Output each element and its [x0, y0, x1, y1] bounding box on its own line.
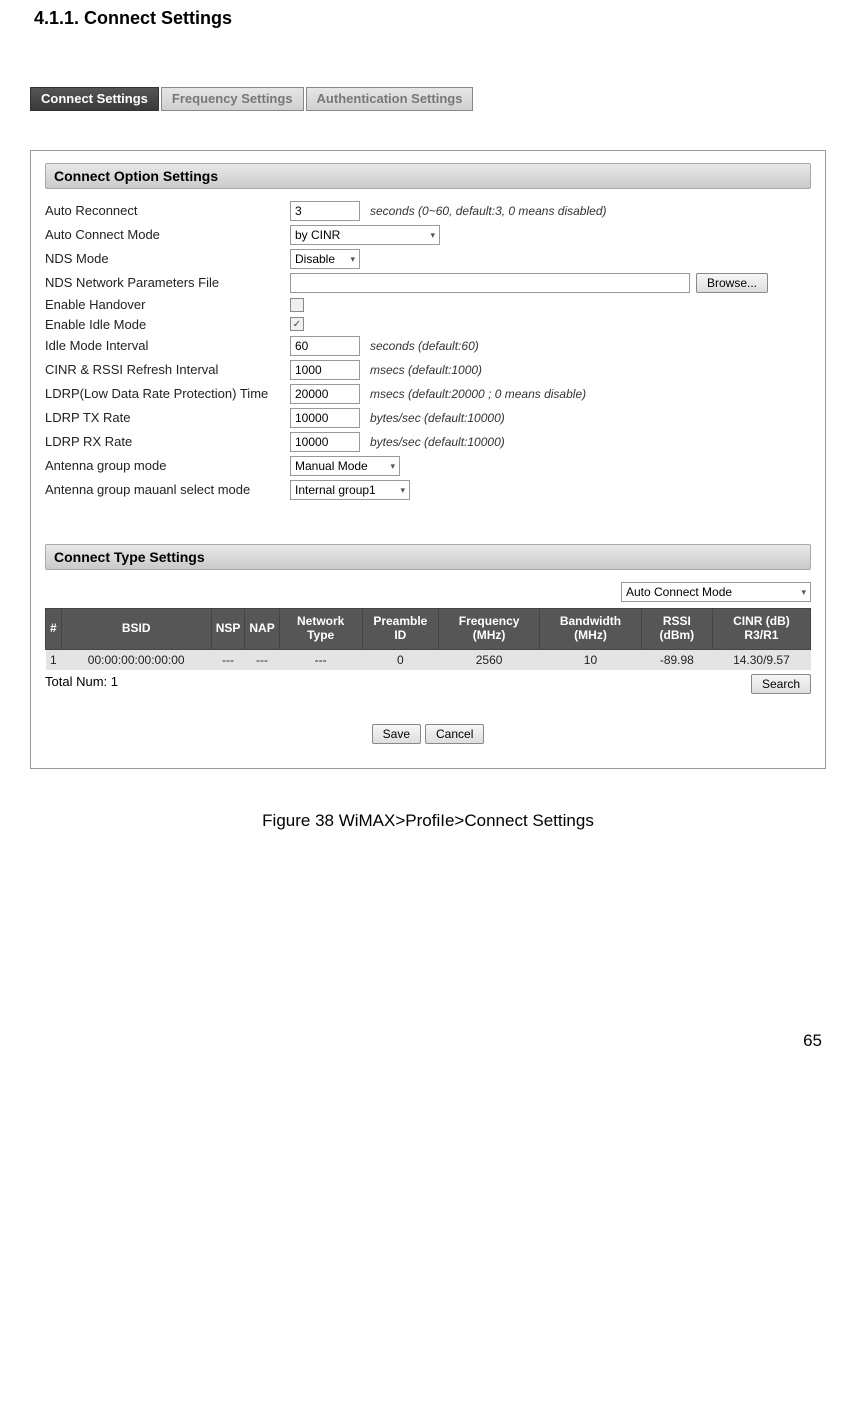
select-value: Auto Connect Mode: [626, 585, 732, 599]
chevron-down-icon: ▾: [350, 254, 355, 265]
cell-rssi: -89.98: [641, 649, 712, 670]
chevron-down-icon: ▾: [430, 230, 435, 241]
label-nds-mode: NDS Mode: [45, 251, 290, 267]
select-value: Manual Mode: [295, 459, 368, 473]
search-button[interactable]: Search: [751, 674, 811, 694]
th-nap: NAP: [245, 609, 279, 650]
cell-num: 1: [46, 649, 62, 670]
connect-option-header: Connect Option Settings: [45, 163, 811, 189]
th-rssi: RSSI (dBm): [641, 609, 712, 650]
total-num: Total Num: 1: [45, 674, 118, 694]
input-refresh-interval[interactable]: [290, 360, 360, 380]
input-ldrp-rx[interactable]: [290, 432, 360, 452]
hint-ldrp-time: msecs (default:20000 ; 0 means disable): [370, 387, 586, 401]
cell-freq: 2560: [439, 649, 540, 670]
checkbox-handover[interactable]: [290, 298, 304, 312]
label-antenna-mode: Antenna group mode: [45, 458, 290, 474]
input-auto-reconnect[interactable]: [290, 201, 360, 221]
cell-bsid: 00:00:00:00:00:00: [61, 649, 211, 670]
th-bandwidth: Bandwidth (MHz): [540, 609, 642, 650]
th-frequency: Frequency (MHz): [439, 609, 540, 650]
tab-frequency-settings[interactable]: Frequency Settings: [161, 87, 304, 111]
label-nds-file: NDS Network Parameters File: [45, 275, 290, 291]
label-ldrp-time: LDRP(Low Data Rate Protection) Time: [45, 386, 290, 402]
bs-table: # BSID NSP NAP Network Type Preamble ID …: [45, 608, 811, 670]
select-antenna-select[interactable]: Internal group1 ▾: [290, 480, 410, 500]
settings-panel: Connect Option Settings Auto Reconnect s…: [30, 150, 826, 769]
cell-nap: ---: [245, 649, 279, 670]
label-auto-connect-mode: Auto Connect Mode: [45, 227, 290, 243]
cell-bw: 10: [540, 649, 642, 670]
label-antenna-select: Antenna group mauanl select mode: [45, 482, 290, 498]
hint-ldrp-tx: bytes/sec (default:10000): [370, 411, 505, 425]
chevron-down-icon: ▾: [801, 587, 806, 598]
tab-connect-settings[interactable]: Connect Settings: [30, 87, 159, 111]
cancel-button[interactable]: Cancel: [425, 724, 484, 744]
th-num: #: [46, 609, 62, 650]
th-network-type: Network Type: [279, 609, 362, 650]
tab-authentication-settings[interactable]: Authentication Settings: [306, 87, 474, 111]
checkbox-idle[interactable]: ✓: [290, 317, 304, 331]
page-number: 65: [30, 1031, 826, 1051]
label-enable-idle: Enable Idle Mode: [45, 317, 290, 333]
input-ldrp-tx[interactable]: [290, 408, 360, 428]
cell-nt: ---: [279, 649, 362, 670]
hint-ldrp-rx: bytes/sec (default:10000): [370, 435, 505, 449]
select-value: Disable: [295, 252, 335, 266]
label-refresh-interval: CINR & RSSI Refresh Interval: [45, 362, 290, 378]
select-auto-connect-mode[interactable]: by CINR ▾: [290, 225, 440, 245]
figure-caption: Figure 38 WiMAX>ProfiIe>Connect Settings: [30, 811, 826, 831]
hint-refresh-interval: msecs (default:1000): [370, 363, 482, 377]
label-auto-reconnect: Auto Reconnect: [45, 203, 290, 219]
select-value: Internal group1: [295, 483, 376, 497]
cell-pid: 0: [362, 649, 438, 670]
hint-auto-reconnect: seconds (0~60, default:3, 0 means disabl…: [370, 204, 606, 218]
chevron-down-icon: ▾: [390, 461, 395, 472]
page-heading: 4.1.1. Connect Settings: [30, 0, 826, 39]
select-value: by CINR: [295, 228, 340, 242]
th-preamble-id: Preamble ID: [362, 609, 438, 650]
input-nds-file[interactable]: [290, 273, 690, 293]
connect-type-header: Connect Type Settings: [45, 544, 811, 570]
label-enable-handover: Enable Handover: [45, 297, 290, 313]
input-ldrp-time[interactable]: [290, 384, 360, 404]
label-ldrp-rx: LDRP RX Rate: [45, 434, 290, 450]
label-ldrp-tx: LDRP TX Rate: [45, 410, 290, 426]
browse-button[interactable]: Browse...: [696, 273, 768, 293]
tab-bar: Connect Settings Frequency Settings Auth…: [30, 87, 826, 111]
input-idle-interval[interactable]: [290, 336, 360, 356]
th-cinr: CINR (dB) R3/R1: [712, 609, 810, 650]
select-connect-type-mode[interactable]: Auto Connect Mode ▾: [621, 582, 811, 602]
select-antenna-mode[interactable]: Manual Mode ▾: [290, 456, 400, 476]
chevron-down-icon: ▾: [400, 485, 405, 496]
cell-cinr: 14.30/9.57: [712, 649, 810, 670]
label-idle-interval: Idle Mode Interval: [45, 338, 290, 354]
select-nds-mode[interactable]: Disable ▾: [290, 249, 360, 269]
cell-nsp: ---: [211, 649, 245, 670]
th-nsp: NSP: [211, 609, 245, 650]
hint-idle-interval: seconds (default:60): [370, 339, 479, 353]
th-bsid: BSID: [61, 609, 211, 650]
save-button[interactable]: Save: [372, 724, 421, 744]
table-row[interactable]: 1 00:00:00:00:00:00 --- --- --- 0 2560 1…: [46, 649, 811, 670]
